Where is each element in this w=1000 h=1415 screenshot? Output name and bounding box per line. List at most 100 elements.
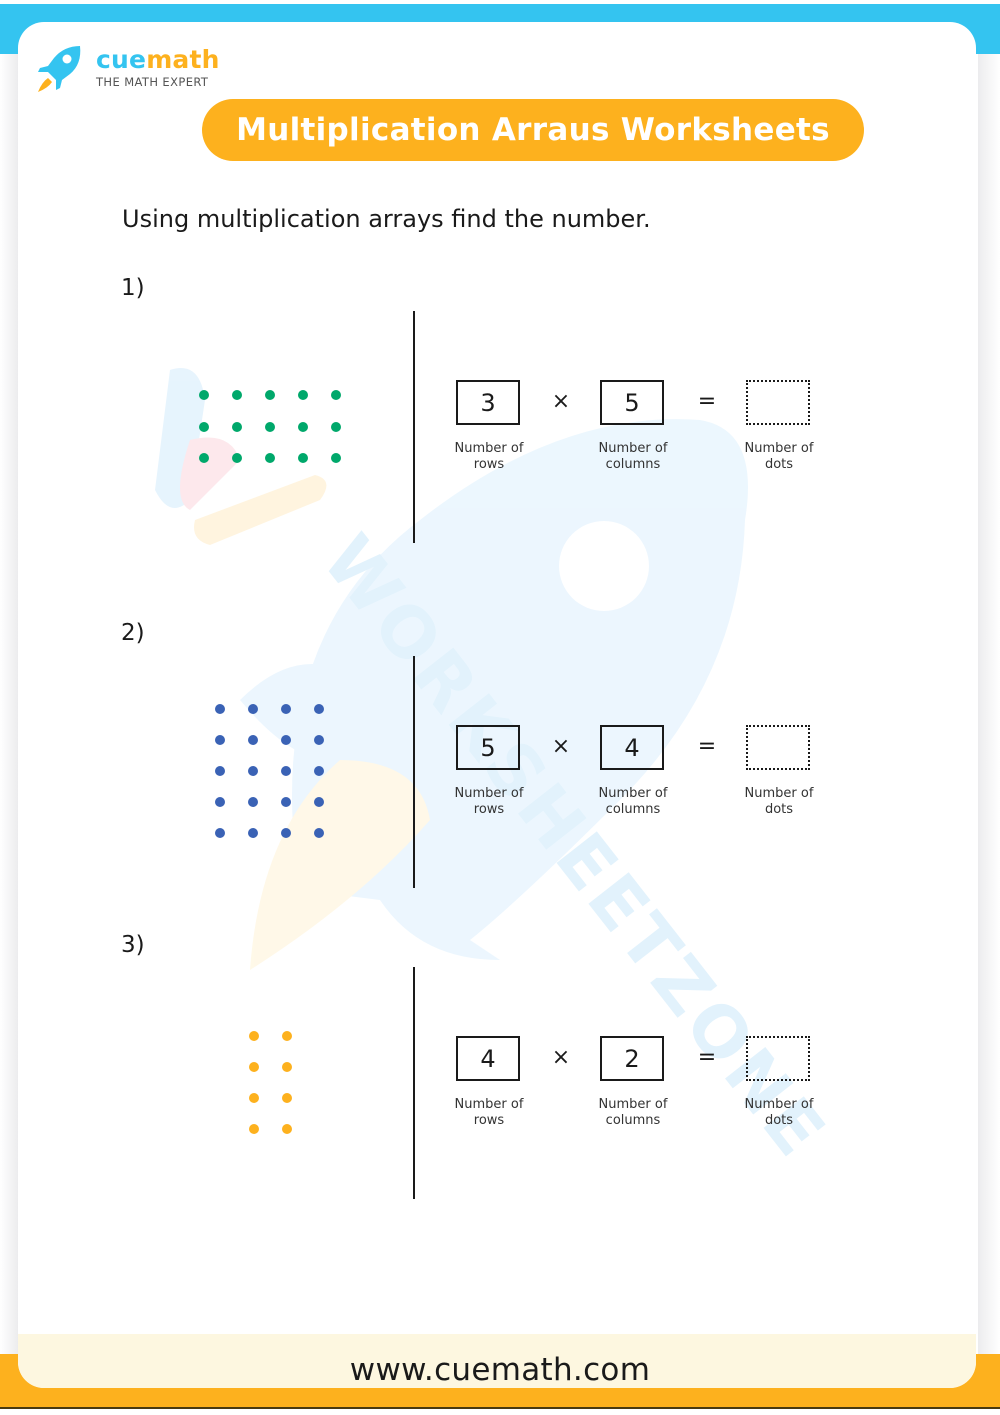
array-dot: [199, 453, 209, 463]
answer-input-box[interactable]: [746, 380, 810, 425]
caption-line: rows: [473, 1113, 505, 1128]
array-dot: [314, 704, 324, 714]
caption-line: columns: [605, 802, 661, 817]
equals-sign: =: [697, 389, 717, 414]
rows-value-box: 4: [456, 1036, 520, 1081]
array-dot: [199, 390, 209, 400]
caption-line: Number of: [598, 1097, 668, 1112]
caption-line: Number of: [598, 786, 668, 801]
times-sign: ×: [551, 389, 571, 414]
caption-line: Number of: [744, 441, 814, 456]
array-dot: [199, 421, 209, 432]
array-dot: [215, 766, 225, 776]
caption-line: Number of: [598, 441, 668, 456]
brand-name-cue: cue: [96, 45, 147, 74]
right-shadow: [978, 54, 1000, 1354]
rows-value-box: 5: [456, 725, 520, 770]
brand-name: cuemath: [96, 47, 220, 73]
left-shadow: [0, 54, 18, 1354]
vertical-divider: [413, 967, 415, 1199]
rows-value-box: 3: [456, 380, 520, 425]
bottom-edge-line: [0, 1407, 1000, 1409]
caption-rows: Number of rows: [434, 441, 544, 473]
page-title: Multiplication Arraus Worksheets: [236, 112, 830, 148]
caption-dots: Number of dots: [724, 786, 834, 818]
caption-rows: Number of rows: [434, 786, 544, 818]
caption-columns: Number of columns: [578, 441, 688, 473]
caption-line: Number of: [454, 441, 524, 456]
array-dot: [314, 766, 324, 776]
answer-input-box[interactable]: [746, 1036, 810, 1081]
array-dot: [249, 1031, 259, 1041]
array-dot: [249, 1093, 259, 1103]
rocket-icon: [38, 46, 81, 92]
caption-line: rows: [473, 802, 505, 817]
caption-line: Number of: [454, 786, 524, 801]
caption-line: dots: [764, 457, 794, 472]
caption-line: columns: [605, 1113, 661, 1128]
caption-line: Number of: [744, 786, 814, 801]
footer-url-link[interactable]: www.cuemath.com: [0, 1352, 1000, 1388]
array-dot: [248, 735, 258, 745]
array-dot: [215, 704, 225, 714]
array-dot: [298, 390, 308, 400]
array-dot: [248, 797, 258, 807]
problem-number: 3): [121, 932, 145, 958]
caption-dots: Number of dots: [724, 441, 834, 473]
array-dot: [281, 766, 291, 776]
cuemath-logo[interactable]: cuemath THE MATH EXPERT: [34, 42, 220, 94]
times-sign: ×: [551, 1045, 571, 1070]
array-dot: [215, 735, 225, 745]
array-dot: [282, 1093, 292, 1103]
array-dot: [282, 1031, 292, 1041]
caption-line: Number of: [454, 1097, 524, 1112]
instruction-text: Using multiplication arrays find the num…: [122, 205, 651, 233]
problem-number: 1): [121, 275, 145, 301]
columns-value-box: 5: [600, 380, 664, 425]
array-dot: [265, 421, 275, 432]
array-dot: [314, 797, 324, 807]
array-dot: [249, 1124, 259, 1134]
array-dot: [215, 797, 225, 807]
array-dot: [265, 453, 275, 463]
caption-line: rows: [473, 457, 505, 472]
array-dot: [232, 453, 242, 463]
columns-value-box: 4: [600, 725, 664, 770]
array-dot: [282, 1062, 292, 1072]
caption-rows: Number of rows: [434, 1097, 544, 1129]
array-dot: [298, 453, 308, 463]
array-dot: [248, 828, 258, 838]
array-dot: [281, 797, 291, 807]
array-dot: [281, 735, 291, 745]
equals-sign: =: [697, 734, 717, 759]
array-dot: [331, 390, 341, 400]
equals-sign: =: [697, 1045, 717, 1070]
caption-columns: Number of columns: [578, 786, 688, 818]
array-dot: [248, 704, 258, 714]
caption-line: columns: [605, 457, 661, 472]
caption-columns: Number of columns: [578, 1097, 688, 1129]
brand-tagline: THE MATH EXPERT: [96, 75, 209, 89]
vertical-divider: [413, 656, 415, 888]
answer-input-box[interactable]: [746, 725, 810, 770]
caption-line: dots: [764, 802, 794, 817]
array-dot: [314, 735, 324, 745]
caption-line: Number of: [744, 1097, 814, 1112]
array-dot: [281, 704, 291, 714]
array-dot: [314, 828, 324, 838]
title-banner: Multiplication Arraus Worksheets: [202, 99, 864, 161]
array-dot: [232, 390, 242, 400]
caption-dots: Number of dots: [724, 1097, 834, 1129]
array-dot: [232, 421, 242, 432]
columns-value-box: 2: [600, 1036, 664, 1081]
vertical-divider: [413, 311, 415, 543]
problem-number: 2): [121, 620, 145, 646]
array-dot: [298, 421, 308, 432]
brand-name-math: math: [146, 45, 220, 74]
caption-line: dots: [764, 1113, 794, 1128]
array-dot: [331, 453, 341, 463]
array-dot: [282, 1124, 292, 1134]
array-dot: [249, 1062, 259, 1072]
array-dot: [281, 828, 291, 838]
array-dot: [265, 390, 275, 400]
